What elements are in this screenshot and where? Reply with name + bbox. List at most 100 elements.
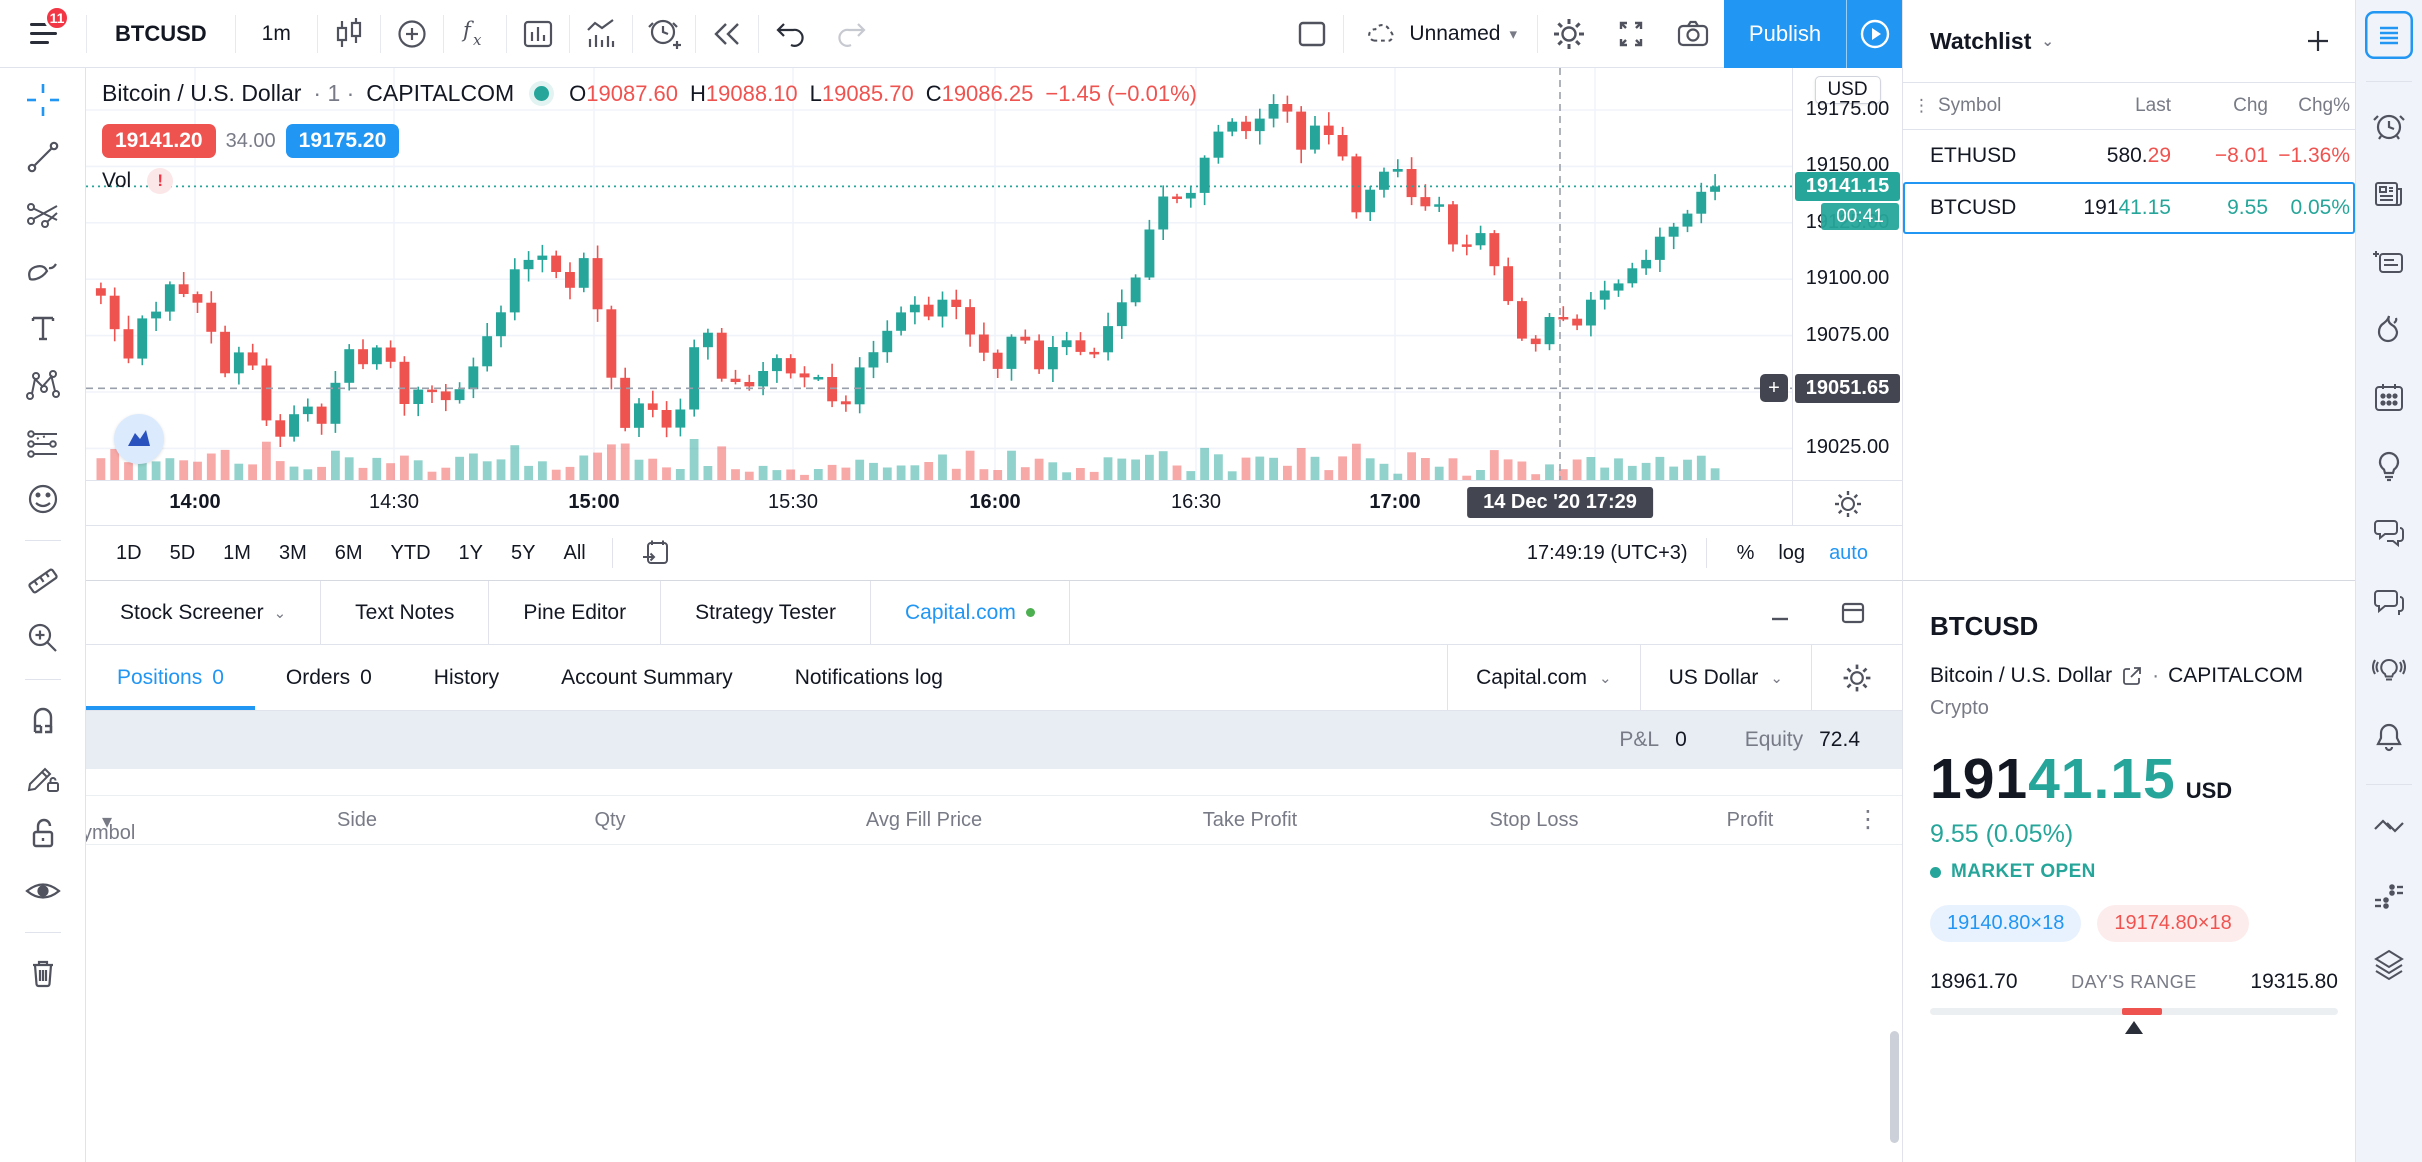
chart-legend[interactable]: Bitcoin / U.S. Dollar · 1 · CAPITALCOM O…: [102, 80, 1197, 107]
data-status-icon[interactable]: [534, 86, 549, 101]
price-axis[interactable]: USD 19175.00 19150.00 19125.00 19100.00 …: [1792, 68, 1902, 480]
sidebar-hotlists-button[interactable]: [2365, 306, 2413, 354]
range-all-button[interactable]: All: [552, 536, 596, 571]
range-6m-button[interactable]: 6M: [324, 536, 374, 571]
crosshair-tool-button[interactable]: [19, 76, 67, 124]
column-qty[interactable]: Qty: [594, 809, 625, 832]
sidebar-data-window-button[interactable]: [2365, 238, 2413, 286]
publish-play-button[interactable]: [1846, 0, 1902, 68]
chart-pane[interactable]: Bitcoin / U.S. Dollar · 1 · CAPITALCOM O…: [86, 68, 1792, 480]
range-ytd-button[interactable]: YTD: [380, 536, 442, 571]
emoji-tool-button[interactable]: [19, 475, 67, 523]
ask-button[interactable]: 19175.20: [286, 124, 400, 158]
drawing-mode-button[interactable]: [19, 753, 67, 801]
bid-button[interactable]: 19141.20: [102, 124, 216, 158]
table-menu-kebab-icon[interactable]: ⋮: [1856, 805, 1880, 834]
tab-pine-editor[interactable]: Pine Editor: [489, 581, 661, 644]
layout-select-button[interactable]: [1281, 0, 1343, 68]
external-link-icon[interactable]: [2121, 665, 2143, 687]
ask-size-pill[interactable]: 19174.80×18: [2097, 905, 2248, 942]
drag-handle-icon[interactable]: ⋮: [1913, 96, 1930, 116]
column-avg-fill-price[interactable]: Avg Fill Price: [866, 809, 982, 832]
goto-date-button[interactable]: [628, 530, 684, 576]
sidebar-private-chat-button[interactable]: [2365, 578, 2413, 626]
column-stop-loss[interactable]: Stop Loss: [1490, 809, 1579, 832]
snapshot-button[interactable]: [1662, 0, 1724, 68]
watchlist-row-ethusd[interactable]: ETHUSD 580.29 −8.01 −1.36%: [1903, 130, 2355, 182]
text-tool-button[interactable]: [19, 304, 67, 352]
brush-tool-button[interactable]: [19, 247, 67, 295]
forecast-tool-button[interactable]: [19, 418, 67, 466]
broker-select[interactable]: Capital.com⌄: [1447, 645, 1639, 710]
volume-legend[interactable]: Vol !: [102, 168, 173, 194]
sidebar-ideas-stream-button[interactable]: [2365, 646, 2413, 694]
chart-type-button[interactable]: [318, 0, 380, 68]
col-symbol[interactable]: Symbol: [1938, 95, 2001, 117]
sidebar-watchlist-button[interactable]: [2365, 11, 2413, 59]
sidebar-dom-button[interactable]: [2365, 873, 2413, 921]
zoom-in-tool-button[interactable]: [19, 614, 67, 662]
currency-select[interactable]: US Dollar⌄: [1640, 645, 1811, 710]
tab-history[interactable]: History: [403, 645, 530, 710]
crosshair-plus-handle[interactable]: +: [1760, 374, 1788, 402]
tab-account-summary[interactable]: Account Summary: [530, 645, 764, 710]
compare-button[interactable]: [381, 0, 443, 68]
volume-warning-icon[interactable]: !: [147, 168, 173, 194]
tab-notifications-log[interactable]: Notifications log: [764, 645, 974, 710]
sidebar-ideas-button[interactable]: [2365, 442, 2413, 490]
restore-window-icon[interactable]: [1838, 598, 1868, 628]
measure-tool-button[interactable]: [19, 557, 67, 605]
main-menu-button[interactable]: 11: [0, 0, 86, 68]
bid-size-pill[interactable]: 19140.80×18: [1930, 905, 2081, 942]
column-side[interactable]: Side: [337, 809, 377, 832]
range-1m-button[interactable]: 1M: [212, 536, 262, 571]
tab-trading-panel[interactable]: Capital.com: [871, 581, 1070, 644]
redo-button[interactable]: [821, 0, 883, 68]
chart-settings-button[interactable]: [1538, 0, 1600, 68]
add-symbol-icon[interactable]: [2303, 26, 2333, 56]
tab-positions[interactable]: Positions 0: [86, 645, 255, 710]
broker-logo-button[interactable]: [114, 414, 164, 464]
bar-replay-button[interactable]: [696, 0, 758, 68]
watchlist-row-btcusd[interactable]: BTCUSD 19141.15 9.55 0.05%: [1903, 182, 2355, 234]
time-axis-corner[interactable]: [1792, 481, 1902, 526]
range-1d-button[interactable]: 1D: [105, 536, 153, 571]
indicators-button[interactable]: fx: [444, 0, 506, 68]
lock-drawings-button[interactable]: [19, 810, 67, 858]
tab-orders[interactable]: Orders 0: [255, 645, 403, 710]
pitchfork-tool-button[interactable]: [19, 190, 67, 238]
col-chg-pct[interactable]: Chg%: [2268, 95, 2350, 117]
sidebar-object-tree-button[interactable]: [2365, 941, 2413, 989]
percent-scale-button[interactable]: %: [1725, 536, 1767, 571]
indicator-templates-button[interactable]: [507, 0, 569, 68]
watchlist-title-menu[interactable]: Watchlist ⌄: [1930, 28, 2054, 55]
pattern-tool-button[interactable]: [19, 361, 67, 409]
minimize-icon[interactable]: [1768, 600, 1794, 626]
log-scale-button[interactable]: log: [1766, 536, 1817, 571]
col-last[interactable]: Last: [2059, 95, 2171, 117]
column-symbol-sort[interactable]: Symbol ▾: [102, 809, 112, 834]
symbol-search-button[interactable]: BTCUSD: [87, 0, 235, 68]
trade-settings-button[interactable]: [1811, 645, 1902, 710]
range-1y-button[interactable]: 1Y: [448, 536, 494, 571]
sidebar-news-button[interactable]: [2365, 170, 2413, 218]
col-chg[interactable]: Chg: [2171, 95, 2268, 117]
financials-button[interactable]: [570, 0, 632, 68]
sidebar-order-panel-button[interactable]: [2365, 805, 2413, 853]
publish-button[interactable]: Publish: [1724, 0, 1846, 68]
save-layout-button[interactable]: Unnamed ▾: [1344, 0, 1537, 68]
tab-strategy-tester[interactable]: Strategy Tester: [661, 581, 871, 644]
magnet-mode-button[interactable]: [19, 696, 67, 744]
sidebar-public-chat-button[interactable]: [2365, 510, 2413, 558]
alert-button[interactable]: [633, 0, 695, 68]
interval-button[interactable]: 1m: [236, 0, 317, 68]
hide-drawings-button[interactable]: [19, 867, 67, 915]
tab-text-notes[interactable]: Text Notes: [321, 581, 489, 644]
undo-button[interactable]: [759, 0, 821, 68]
range-3m-button[interactable]: 3M: [268, 536, 318, 571]
time-axis[interactable]: 14:00 14:30 15:00 15:30 16:00 16:30 17:0…: [86, 480, 1902, 525]
sidebar-calendar-button[interactable]: [2365, 374, 2413, 422]
column-take-profit[interactable]: Take Profit: [1203, 809, 1297, 832]
trend-line-tool-button[interactable]: [19, 133, 67, 181]
sidebar-notifications-button[interactable]: [2365, 714, 2413, 762]
